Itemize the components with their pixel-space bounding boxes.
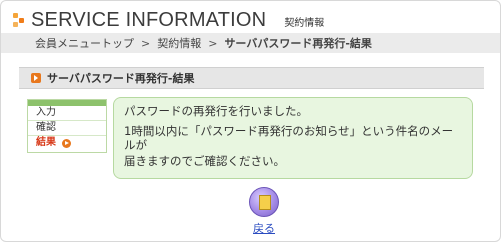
back-document-icon[interactable] (249, 187, 279, 217)
section-arrow-icon (31, 73, 41, 83)
step-label: 確認 (36, 122, 56, 133)
service-header: SERVICE INFORMATION 契約情報 (13, 9, 324, 31)
back-button[interactable]: 戻る (235, 187, 293, 239)
page-subtitle: 契約情報 (284, 17, 325, 29)
step-indicator: 入力 確認 結果 (27, 99, 107, 153)
step-label: 入力 (36, 107, 56, 118)
step-label: 結果 (36, 137, 56, 148)
breadcrumb-separator: > (208, 36, 218, 50)
section-title: サーバパスワード再発行-結果 (47, 72, 195, 85)
back-link[interactable]: 戻る (235, 220, 293, 236)
breadcrumb: 会員メニュートップ > 契約情報 > サーバパスワード再発行-結果 (1, 33, 500, 53)
message-line: ルが (124, 138, 147, 152)
result-message-box: パスワードの再発行を行いました。 1時間以内に「パスワード再発行のお知らせ」とい… (113, 97, 473, 179)
current-step-arrow-icon (62, 138, 71, 148)
page-title: SERVICE INFORMATION (31, 8, 267, 31)
breadcrumb-item-current: サーバパスワード再発行-結果 (224, 37, 372, 50)
step-input: 入力 (28, 106, 106, 121)
breadcrumb-item-contract-info[interactable]: 契約情報 (157, 35, 201, 51)
message-line: 届きますのでご確認ください。 (124, 154, 285, 168)
step-result: 結果 (28, 136, 106, 150)
breadcrumb-separator: > (141, 36, 151, 50)
section-header: サーバパスワード再発行-結果 (19, 67, 484, 89)
page-frame: SERVICE INFORMATION 契約情報 会員メニュートップ > 契約情… (0, 0, 501, 242)
step-confirm: 確認 (28, 121, 106, 136)
message-line: 1時間以内に「パスワード再発行のお知らせ」という件名のメー (124, 124, 454, 138)
message-line: パスワードの再発行を行いました。 (124, 104, 308, 118)
breadcrumb-item-member-top[interactable]: 会員メニュートップ (35, 35, 134, 51)
brand-logo-icon (13, 13, 26, 27)
